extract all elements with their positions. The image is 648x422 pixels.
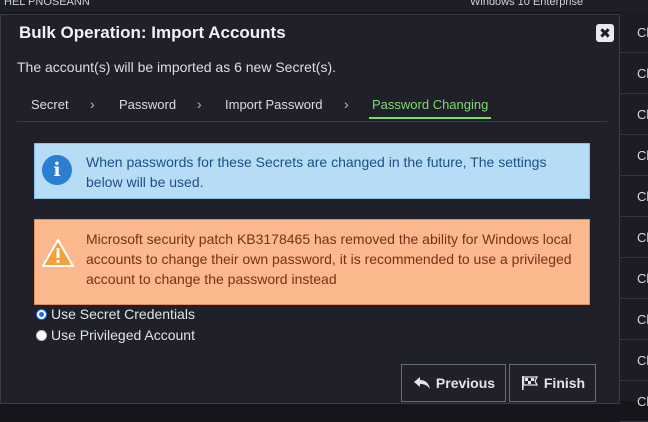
option-label: Use Secret Credentials — [51, 306, 195, 322]
info-icon: i — [42, 155, 72, 185]
step-password[interactable]: Password — [119, 97, 176, 112]
finish-button[interactable]: Finish — [509, 364, 596, 402]
chevron-right-icon: › — [90, 96, 95, 112]
wizard-steps: Secret › Password › Import Password › Pa… — [17, 94, 607, 122]
step-secret[interactable]: Secret — [31, 97, 69, 112]
warning-alert-text: Microsoft security patch KB3178465 has r… — [86, 231, 572, 287]
background-header: HEL PNOSEANN Windows 10 Enterprise — [0, 0, 648, 12]
option-label: Use Privileged Account — [51, 327, 195, 343]
background-list-column: Cli Cli Cli Cli Cli Cli Cli Cli Cli Cli — [620, 12, 648, 422]
warning-icon — [42, 239, 74, 267]
info-alert: i When passwords for these Secrets are c… — [34, 143, 590, 199]
chevron-right-icon: › — [197, 96, 202, 112]
background-list-row[interactable]: Cli — [620, 217, 648, 258]
background-header-right: Windows 10 Enterprise — [470, 0, 584, 8]
previous-label: Previous — [435, 375, 496, 391]
close-button[interactable]: ✖ — [596, 24, 614, 42]
step-import-password[interactable]: Import Password — [225, 97, 323, 112]
background-list-row[interactable]: Cli — [620, 299, 648, 340]
radio-button-selected[interactable] — [36, 308, 47, 320]
warning-alert: Microsoft security patch KB3178465 has r… — [34, 219, 590, 305]
background-list-row[interactable]: Cli — [620, 94, 648, 135]
background-list-row[interactable]: Cli — [620, 12, 648, 53]
background-list-row[interactable]: Cli — [620, 381, 648, 422]
radio-button[interactable] — [36, 329, 47, 341]
dialog-subtitle: The account(s) will be imported as 6 new… — [17, 59, 337, 75]
background-header-left: HEL PNOSEANN — [4, 0, 90, 8]
background-list-row[interactable]: Cli — [620, 53, 648, 94]
undo-arrow-icon — [413, 377, 430, 389]
option-use-secret-credentials[interactable]: Use Secret Credentials — [36, 306, 195, 322]
background-list-row[interactable]: Cli — [620, 258, 648, 299]
info-alert-text: When passwords for these Secrets are cha… — [86, 154, 547, 190]
step-password-changing[interactable]: Password Changing — [369, 97, 492, 119]
background-list-row[interactable]: Cli — [620, 176, 648, 217]
background-list-row[interactable]: Cli — [620, 340, 648, 381]
option-use-privileged-account[interactable]: Use Privileged Account — [36, 327, 195, 343]
previous-button[interactable]: Previous — [401, 364, 506, 402]
dialog-title: Bulk Operation: Import Accounts — [19, 23, 286, 42]
background-list-row[interactable]: Cli — [620, 135, 648, 176]
chevron-right-icon: › — [344, 96, 349, 112]
import-accounts-dialog: Bulk Operation: Import Accounts ✖ The ac… — [0, 14, 620, 404]
finish-label: Finish — [543, 375, 586, 391]
checkered-flag-icon — [521, 376, 538, 390]
